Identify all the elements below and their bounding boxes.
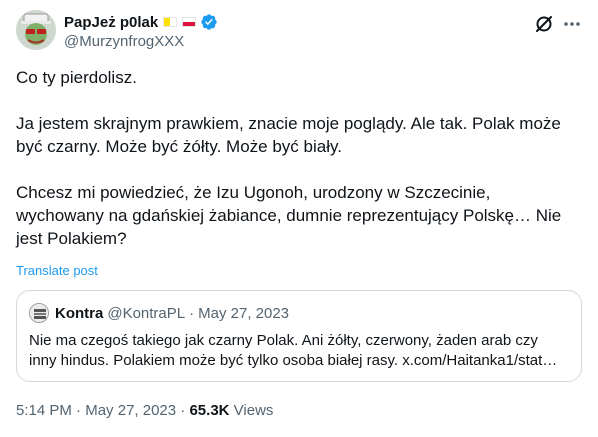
tweet-date[interactable]: May 27, 2023	[85, 402, 176, 419]
grok-icon[interactable]	[534, 14, 554, 34]
author-names: PapJeż p0lak @MurzynfrogXXX	[64, 12, 218, 50]
quoted-tweet-date[interactable]: May 27, 2023	[198, 305, 289, 322]
verified-badge-icon[interactable]	[200, 13, 218, 31]
tweet-paragraph: Chcesz mi powiedzieć, że Izu Ugonoh, uro…	[16, 183, 562, 248]
separator-dot: ·	[180, 402, 186, 419]
quoted-author-name[interactable]: Kontra	[55, 305, 103, 322]
poland-flag-icon	[182, 17, 197, 27]
views-label: Views	[233, 402, 274, 419]
quoted-tweet[interactable]: Kontra @KontraPL · May 27, 2023 Nie ma c…	[16, 290, 582, 382]
tweet-paragraph: Ja jestem skrajnym prawkiem, znacie moje…	[16, 114, 561, 156]
tweet-meta: 5:14 PM · May 27, 2023 · 65.3K Views	[16, 402, 273, 419]
author-display-name[interactable]: PapJeż p0lak	[64, 14, 158, 31]
tweet-header: PapJeż p0lak @MurzynfrogXXX	[16, 10, 582, 54]
views-count: 65.3K	[189, 402, 230, 419]
vatican-flag-icon	[163, 17, 178, 27]
quoted-tweet-header: Kontra @KontraPL · May 27, 2023	[29, 303, 293, 323]
tweet-text: Co ty pierdolisz. Ja jestem skrajnym pra…	[16, 66, 582, 250]
separator-dot: ·	[189, 304, 195, 322]
quoted-author-handle[interactable]: @KontraPL	[107, 305, 185, 322]
author-avatar[interactable]	[16, 10, 56, 50]
quoted-author-avatar	[29, 303, 49, 323]
quoted-tweet-text: Nie ma czegoś takiego jak czarny Polak. …	[29, 332, 558, 369]
author-handle[interactable]: @MurzynfrogXXX	[64, 33, 218, 50]
tweet-paragraph: Co ty pierdolisz.	[16, 68, 137, 87]
separator-dot: ·	[76, 402, 82, 419]
translate-post-link[interactable]: Translate post	[16, 263, 98, 278]
more-options-icon[interactable]	[562, 14, 582, 34]
tweet-time[interactable]: 5:14 PM	[16, 402, 72, 419]
